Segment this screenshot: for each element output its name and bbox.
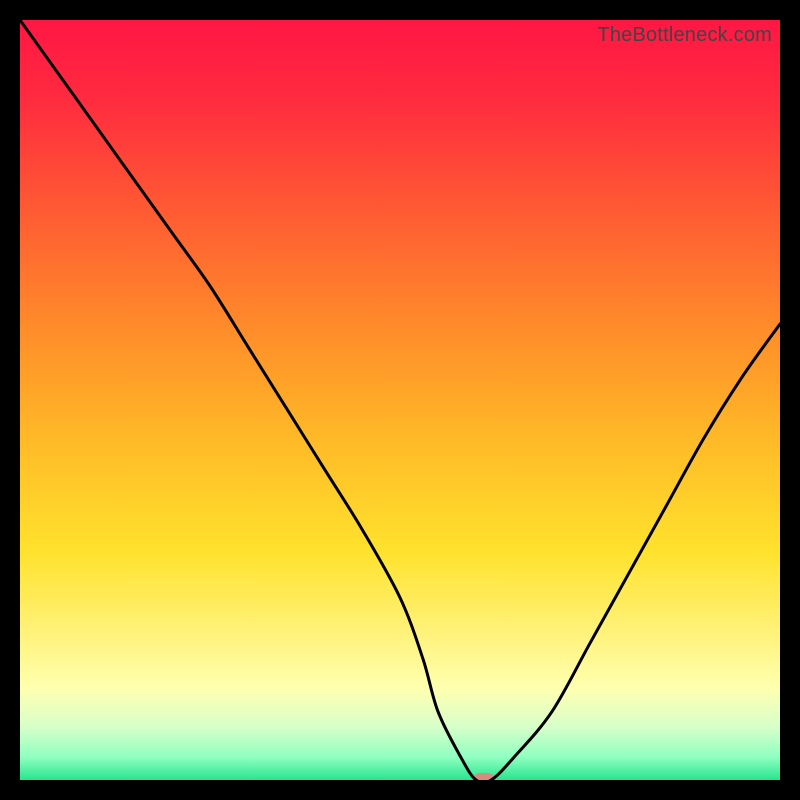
watermark-text: TheBottleneck.com [597,24,772,47]
chart-frame: TheBottleneck.com [0,0,800,800]
bottleneck-curve [20,20,780,780]
plot-area: TheBottleneck.com [20,20,780,780]
